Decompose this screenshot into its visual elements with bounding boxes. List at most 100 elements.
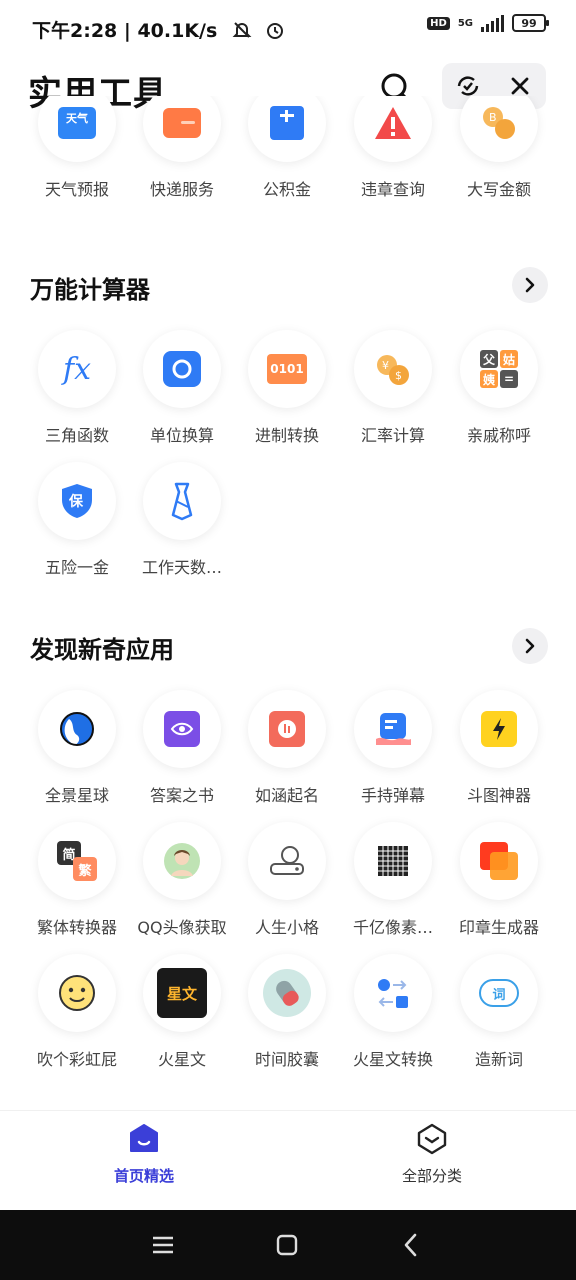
apps-more-button[interactable] [512,628,548,664]
tool-traditional[interactable]: 简 繁 繁体转换器 [24,822,130,938]
square-icon [276,1234,298,1256]
network-label: 5G [457,17,473,29]
tool-life-grid[interactable]: 人生小格 [234,822,340,938]
mars-convert-icon [378,979,408,1008]
apps-row-3: 吹个彩虹屁 星文 火星文 时间胶囊 火星文转换 词 造新词 [0,954,576,1074]
tab-home-label: 首页精选 [113,1167,174,1185]
weather-icon: 天气 [58,107,96,139]
insurance-icon: 保 [62,484,92,518]
tool-label: 天气预报 [44,180,109,199]
tool-meme[interactable]: 斗图神器 [446,690,552,806]
tool-label: 违章查询 [360,180,425,199]
fx-icon: fx [62,351,92,387]
tool-label: 手持弹幕 [360,786,425,805]
tool-qq-avatar[interactable]: QQ头像获取 [129,822,235,938]
hd-icon: HD [427,16,450,30]
tool-capital-amount[interactable]: B 大写金额 [446,96,552,200]
status-time: 下午2:28 [32,20,118,42]
housing-fund-icon [270,106,304,140]
mars-text-icon: 星文 [157,968,207,1018]
home-button[interactable] [272,1230,302,1260]
tool-label: 如涵起名 [254,786,319,805]
tool-label: 火星文转换 [352,1050,433,1069]
tool-violation[interactable]: 违章查询 [340,96,446,200]
alarm-icon [265,20,285,45]
close-icon [511,77,529,95]
tool-time-capsule[interactable]: 时间胶囊 [234,954,340,1070]
back-icon [404,1233,417,1257]
tool-mars-convert[interactable]: 火星文转换 [340,954,446,1070]
tool-label: 进制转换 [254,426,319,445]
pixel-icon [378,846,408,876]
svg-text:¥: ¥ [382,359,389,372]
calculator-row-1: fx 三角函数 单位换算 0101 进制转换 ¥ $ 汇率计算 父 姑 姨 = … [0,330,576,450]
system-nav-bar [0,1210,576,1280]
svg-text:$: $ [395,369,402,382]
tab-all-categories[interactable]: 全部分类 [362,1123,502,1186]
tool-exchange-rate[interactable]: ¥ $ 汇率计算 [340,330,446,446]
tool-label: 人生小格 [254,918,319,937]
tool-base-convert[interactable]: 0101 进制转换 [234,330,340,446]
tool-trig[interactable]: fx 三角函数 [24,330,130,446]
tool-new-word[interactable]: 词 造新词 [446,954,552,1070]
status-bar: 下午2:28 | 40.1K/s HD 5G 99 [0,0,576,56]
tool-insurance[interactable]: 保 五险一金 [24,462,130,578]
category-icon [417,1123,447,1155]
base-convert-icon: 0101 [267,354,307,384]
tool-label: 时间胶囊 [254,1050,319,1069]
tool-pixel[interactable]: 千亿像素… [340,822,446,938]
answer-book-icon [164,711,200,747]
chevron-right-icon [525,638,535,654]
top-tools-row: 天气 天气预报 快递服务 公积金 违章查询 B 大写金额 [0,96,576,220]
mute-icon [232,20,252,45]
tool-label: 造新词 [474,1050,523,1069]
calculator-more-button[interactable] [512,267,548,303]
menu-button[interactable] [148,1230,178,1260]
life-grid-icon [270,846,304,875]
traditional-icon: 简 繁 [57,841,97,881]
tool-housing-fund[interactable]: 公积金 [234,96,340,200]
signal-icon [481,14,504,32]
tool-label: 三角函数 [44,426,109,445]
tool-label: 全景星球 [44,786,109,805]
tool-unit-convert[interactable]: 单位换算 [129,330,235,446]
tab-categories-label: 全部分类 [401,1167,462,1185]
calculator-row-2: 保 五险一金 工作天数… [0,462,576,582]
section-title-apps: 发现新奇应用 [30,636,174,664]
tool-label: 吹个彩虹屁 [36,1050,117,1069]
tool-answer-book[interactable]: 答案之书 [129,690,235,806]
tool-label: 答案之书 [149,786,214,805]
tool-weather[interactable]: 天气 天气预报 [24,96,130,200]
tool-delivery[interactable]: 快递服务 [129,96,235,200]
tool-label: 繁体转换器 [36,918,117,937]
tool-label: 五险一金 [44,558,109,577]
tool-mars-text[interactable]: 星文 火星文 [129,954,235,1070]
home-icon [130,1124,158,1152]
tool-label: 亲戚称呼 [466,426,531,445]
apps-row-2: 简 繁 繁体转换器 QQ头像获取 人生小格 千亿像素… 印章生成器 [0,822,576,942]
tool-label: 公积金 [262,180,311,199]
section-title-calculator: 万能计算器 [30,276,150,304]
svg-text:B: B [489,111,497,124]
tool-workday[interactable]: 工作天数… [129,462,235,578]
tool-compliment[interactable]: 吹个彩虹屁 [24,954,130,1070]
back-button[interactable] [396,1230,426,1260]
tool-naming[interactable]: 如涵起名 [234,690,340,806]
tool-seal[interactable]: 印章生成器 [446,822,552,938]
tool-label: 工作天数… [141,558,222,577]
tool-label: 印章生成器 [458,918,539,937]
money-icon: B [483,107,515,139]
workday-icon [171,482,193,521]
tool-relatives[interactable]: 父 姑 姨 = 亲戚称呼 [446,330,552,446]
tab-home[interactable]: 首页精选 [74,1123,214,1186]
tool-label: 大写金额 [466,180,531,199]
unit-convert-icon [163,351,201,387]
tool-barrage[interactable]: 手持弹幕 [340,690,446,806]
tool-label: 斗图神器 [466,786,531,805]
barrage-icon [376,713,411,745]
apps-row-1: 全景星球 答案之书 如涵起名 手持弹幕 斗图神器 [0,690,576,810]
exchange-rate-icon: ¥ $ [377,355,409,385]
battery-icon: 99 [512,14,549,32]
tool-planet[interactable]: 全景星球 [24,690,130,806]
violation-icon [375,107,411,139]
